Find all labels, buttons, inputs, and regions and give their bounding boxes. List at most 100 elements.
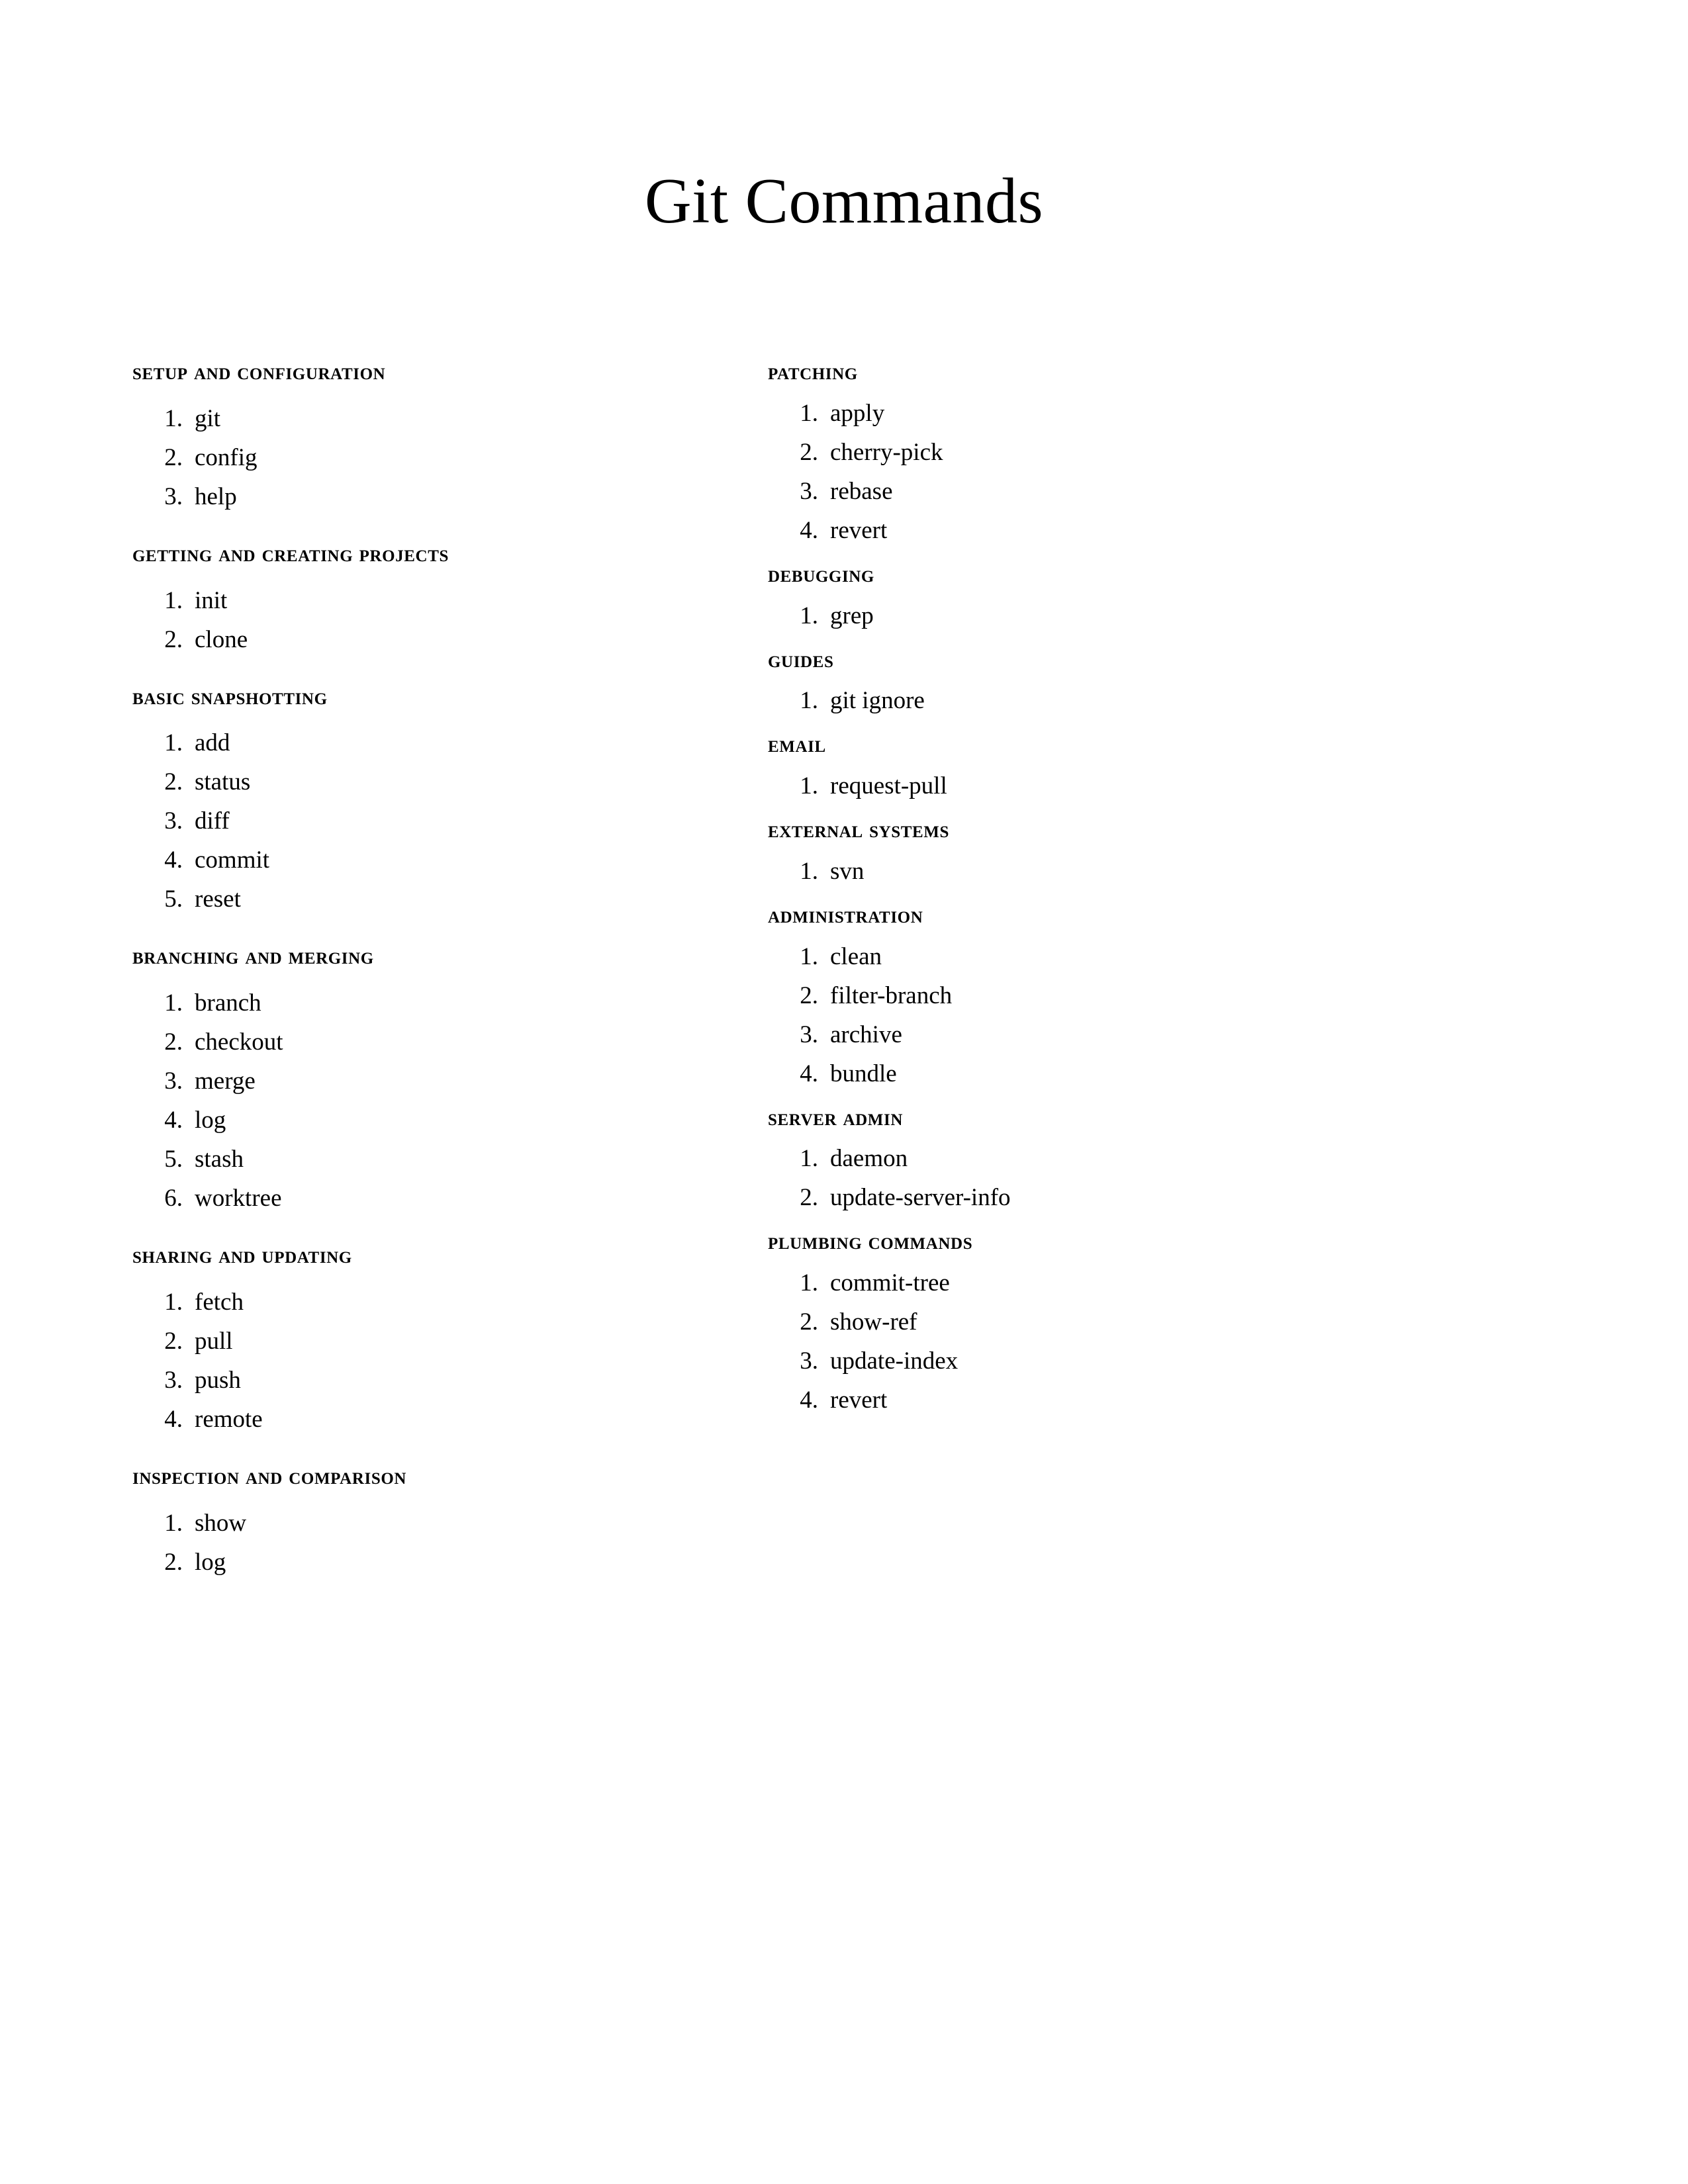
section-heading: Getting and Creating Projects [132, 540, 449, 567]
command-name: rebase [830, 477, 893, 505]
section-email: Email 1. request-pull [768, 730, 1496, 798]
command-name: update-server-info [830, 1184, 1011, 1212]
section-heading: Debugging [768, 561, 874, 587]
command-name: diff [195, 807, 230, 835]
command-name: branch [195, 989, 261, 1017]
section-heading: Plumbing Commands [768, 1228, 973, 1255]
list-item-number: 3. [164, 1366, 183, 1394]
list-item-number: 2. [164, 1327, 183, 1355]
command-name: push [195, 1366, 241, 1394]
command-name: archive [830, 1021, 902, 1048]
section-basic-snapshotting: Basic Snapshotting 1. add 2. status 3. diff 4. c… [132, 682, 702, 912]
section-administration: Administration 1. clean 2. filter-branch 3. ar… [768, 901, 1496, 1086]
list-item: 6. worktree [151, 1186, 702, 1210]
list-item: 2. status [151, 770, 702, 794]
list-item-number: 3. [800, 1347, 818, 1375]
list-item: 1. request-pull [786, 774, 1496, 798]
page-title: Git Commands [644, 165, 1044, 237]
list-item: 1. grep [786, 604, 1496, 628]
section-heading: Branching and Merging [132, 943, 374, 970]
command-list: 1. git ignore [768, 674, 1496, 713]
command-name: bundle [830, 1060, 897, 1087]
list-item-number: 1. [800, 942, 818, 970]
command-name: revert [830, 1387, 888, 1414]
list-item: 4. revert [786, 518, 1496, 543]
list-item-number: 1. [800, 602, 818, 629]
list-item: 4. log [151, 1108, 702, 1132]
list-item-number: 4. [800, 516, 818, 544]
section-setup-and-configuration: Setup and Configuration 1. git 2. config 3. he… [132, 357, 702, 509]
command-name: checkout [195, 1028, 283, 1056]
list-item: 1. git [151, 406, 702, 431]
list-item: 1. clean [786, 944, 1496, 969]
list-item: 1. fetch [151, 1290, 702, 1314]
section-debugging: Debugging 1. grep [768, 560, 1496, 628]
list-item-number: 1. [800, 1269, 818, 1297]
command-name: init [195, 586, 228, 614]
list-item-number: 2. [800, 438, 818, 466]
list-item: 1. svn [786, 859, 1496, 884]
list-item-number: 4. [164, 846, 183, 874]
list-item: 3. rebase [786, 479, 1496, 504]
command-list: 1. show 2. log [132, 1491, 702, 1574]
list-item: 4. revert [786, 1388, 1496, 1412]
two-column-body: Setup and Configuration 1. git 2. config 3. he… [0, 357, 1688, 1574]
list-item-number: 1. [800, 1145, 818, 1173]
list-item: 4. bundle [786, 1062, 1496, 1086]
command-list: 1. git 2. config 3. help [132, 387, 702, 509]
section-heading: Server Admin [768, 1104, 903, 1130]
list-item: 4. commit [151, 848, 702, 872]
list-item-number: 3. [164, 1068, 183, 1095]
section-server-admin: Server Admin 1. daemon 2. update-server-info [768, 1103, 1496, 1210]
left-column: Setup and Configuration 1. git 2. config 3. he… [0, 357, 715, 1574]
list-item: 2. cherry-pick [786, 440, 1496, 465]
command-name: config [195, 443, 258, 471]
section-heading: Email [768, 731, 826, 758]
command-list: 1. commit-tree 2. show-ref 3. update-index 4. r… [768, 1256, 1496, 1412]
command-list: 1. fetch 2. pull 3. push 4. remote [132, 1270, 702, 1432]
command-name: git [195, 404, 221, 432]
list-item: 3. merge [151, 1069, 702, 1093]
list-item: 2. show-ref [786, 1310, 1496, 1334]
command-name: reset [195, 886, 241, 913]
list-item: 3. diff [151, 809, 702, 833]
command-list: 1. apply 2. cherry-pick 3. rebase 4. revert [768, 387, 1496, 543]
command-name: show [195, 1509, 247, 1537]
list-item: 3. help [151, 484, 702, 509]
list-item: 2. update-server-info [786, 1185, 1496, 1210]
list-item-number: 3. [800, 477, 818, 505]
list-item-number: 1. [164, 1288, 183, 1316]
command-list: 1. request-pull [768, 759, 1496, 798]
list-item: 1. add [151, 731, 702, 755]
list-item: 2. clone [151, 627, 702, 652]
section-heading: Inspection and Comparison [132, 1463, 407, 1489]
list-item: 2. filter-branch [786, 983, 1496, 1008]
section-heading: Basic Snapshotting [132, 683, 328, 709]
list-item: 4. remote [151, 1407, 702, 1432]
command-list: 1. daemon 2. update-server-info [768, 1132, 1496, 1210]
command-name: clean [830, 942, 882, 970]
command-name: merge [195, 1068, 256, 1095]
list-item-number: 5. [164, 886, 183, 913]
list-item-number: 2. [164, 1028, 183, 1056]
section-heading: Administration [768, 901, 923, 928]
section-patching: Patching 1. apply 2. cherry-pick 3. rebase 4. re… [768, 357, 1496, 543]
command-name: help [195, 482, 237, 510]
command-name: log [195, 1107, 226, 1134]
command-name: stash [195, 1146, 244, 1173]
command-name: add [195, 729, 230, 757]
list-item: 2. pull [151, 1329, 702, 1353]
command-name: filter-branch [830, 981, 953, 1009]
list-item-number: 4. [800, 1060, 818, 1087]
list-item-number: 6. [164, 1185, 183, 1212]
list-item-number: 1. [164, 989, 183, 1017]
command-name: svn [830, 857, 865, 885]
list-item-number: 5. [164, 1146, 183, 1173]
list-item-number: 2. [800, 1184, 818, 1212]
list-item: 3. archive [786, 1023, 1496, 1047]
list-item: 3. push [151, 1368, 702, 1392]
list-item: 1. git ignore [786, 688, 1496, 713]
command-list: 1. branch 2. checkout 3. merge 4. log 5. stash 6. w… [132, 971, 702, 1210]
command-name: commit [195, 846, 270, 874]
section-external-systems: External Systems 1. svn [768, 815, 1496, 884]
